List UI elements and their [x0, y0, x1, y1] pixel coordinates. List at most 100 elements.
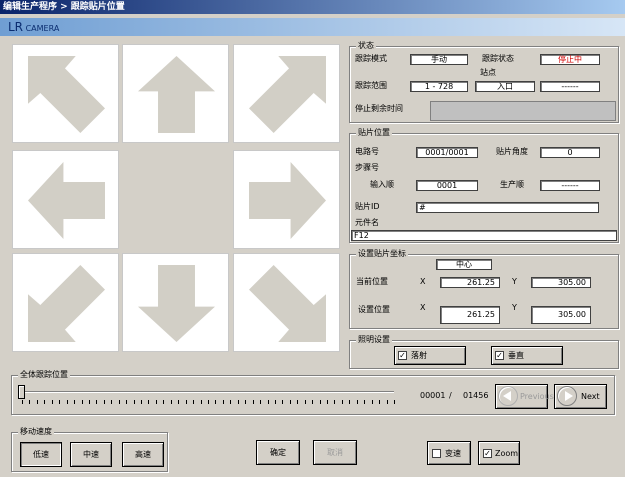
angle-field: 0: [540, 147, 600, 158]
next-button[interactable]: Next: [554, 384, 607, 409]
window: 编辑生产程序 > 跟踪贴片位置 LR CAMERA 状态 跟踪模式 手动 跟踪状…: [0, 0, 625, 477]
center-field: 中心: [436, 259, 492, 270]
track-slider-thumb[interactable]: [18, 385, 25, 399]
track-slider-ticks: [22, 400, 395, 405]
next-button-label: Next: [581, 392, 600, 401]
place-id-field[interactable]: #: [416, 202, 599, 213]
skip-toggle[interactable]: 变速: [427, 441, 471, 465]
title-bar: 编辑生产程序 > 跟踪贴片位置: [0, 0, 625, 14]
status-group-label: 状态: [356, 41, 376, 51]
light-epi-checkbox[interactable]: ✓: [398, 351, 407, 360]
set-y-label: Y: [512, 303, 517, 312]
slider-tick: [260, 400, 262, 404]
arrow-up-left-icon: [28, 56, 105, 133]
input-order-field: 0001: [416, 180, 478, 191]
track-position-group: 全体跟踪位置 00001 / 01456 Previous Next: [11, 370, 615, 415]
slider-tick: [215, 400, 217, 404]
track-position-group-label: 全体跟踪位置: [18, 370, 70, 380]
jog-arrow-grid: [0, 40, 346, 366]
slider-tick: [185, 400, 187, 404]
arrow-right-icon: [249, 162, 326, 239]
slider-tick: [193, 400, 195, 404]
slider-tick: [118, 400, 120, 404]
set-y-input[interactable]: 305.00: [531, 306, 591, 324]
jog-down-left-button[interactable]: [12, 253, 119, 352]
placement-position-group: 贴片位置 电路号 0001/0001 贴片角度 0 步骤号 输入顺 0001 生…: [349, 128, 619, 243]
slider-tick: [51, 400, 53, 404]
light-vertical-toggle[interactable]: ✓ 垂直: [491, 346, 563, 365]
light-epi-toggle[interactable]: ✓ 落射: [394, 346, 466, 365]
slider-tick: [81, 400, 83, 404]
slider-tick: [334, 400, 336, 404]
speed-group-label: 移动速度: [18, 427, 54, 437]
slider-tick: [394, 400, 395, 404]
track-slider[interactable]: [22, 391, 394, 393]
slider-tick: [349, 400, 351, 404]
track-current-value: 00001: [420, 391, 446, 400]
zoom-checkbox[interactable]: ✓: [483, 449, 492, 458]
jog-right-button[interactable]: [233, 150, 340, 249]
part-name-field: F12: [351, 230, 617, 241]
place-id-label: 贴片ID: [355, 202, 380, 211]
jog-left-button[interactable]: [12, 150, 119, 249]
slider-tick: [312, 400, 314, 404]
slider-tick: [282, 400, 284, 404]
status-group: 状态 跟踪模式 手动 跟踪状态 停止中 站点 跟踪范围 1 - 728 入口 -…: [349, 41, 619, 123]
slider-tick: [252, 400, 254, 404]
slider-tick: [304, 400, 306, 404]
slider-tick: [126, 400, 128, 404]
current-x-field: 261.25: [440, 277, 500, 288]
slider-tick: [96, 400, 98, 404]
jog-up-right-button[interactable]: [233, 44, 340, 143]
light-epi-label: 落射: [411, 351, 427, 360]
previous-button[interactable]: Previous: [495, 384, 554, 409]
track-state-field: 停止中: [540, 54, 600, 65]
slider-tick: [208, 400, 209, 404]
skip-checkbox[interactable]: [432, 449, 441, 458]
jog-up-button[interactable]: [122, 44, 229, 143]
prod-order-label: 生产顺: [500, 180, 524, 189]
set-x-input[interactable]: 261.25: [440, 306, 500, 324]
slider-tick: [364, 400, 366, 404]
slider-tick: [29, 400, 31, 404]
part-name-label: 元件名: [355, 218, 379, 227]
slider-tick: [222, 400, 224, 404]
circuit-field: 0001/0001: [416, 147, 478, 158]
slider-tick: [245, 400, 247, 404]
slider-tick: [379, 400, 381, 404]
arrow-down-right-icon: [249, 265, 326, 342]
jog-down-button[interactable]: [122, 253, 229, 352]
slider-tick: [230, 400, 232, 404]
arrow-up-right-icon: [249, 56, 326, 133]
slider-tick: [319, 400, 321, 404]
ok-button[interactable]: 确定: [256, 440, 300, 465]
skip-label: 变速: [445, 449, 461, 458]
slider-tick: [289, 400, 291, 404]
slider-tick: [341, 400, 343, 404]
set-position-label: 设置位置: [358, 305, 390, 314]
speed-group: 移动速度 低速 中速 高速: [11, 427, 168, 472]
slider-tick: [133, 400, 135, 404]
previous-button-label: Previous: [520, 392, 554, 401]
slider-tick: [163, 400, 165, 404]
slider-tick: [74, 400, 76, 404]
track-mode-label: 跟踪模式: [355, 54, 387, 63]
zoom-toggle[interactable]: ✓ Zoom: [478, 441, 520, 465]
remaining-time-label: 停止剩余时间: [355, 104, 403, 113]
jog-down-right-button[interactable]: [233, 253, 340, 352]
speed-mid-button[interactable]: 中速: [70, 442, 112, 467]
track-range-field: 1 - 728: [410, 81, 468, 92]
angle-label: 贴片角度: [496, 147, 528, 156]
slider-tick: [371, 400, 373, 404]
jog-up-left-button[interactable]: [12, 44, 119, 143]
slider-tick: [155, 400, 157, 404]
cancel-button[interactable]: 取消: [313, 440, 357, 465]
camera-sub-label: CAMERA: [25, 24, 60, 33]
current-y-field: 305.00: [531, 277, 591, 288]
light-vertical-label: 垂直: [508, 351, 524, 360]
speed-slow-button[interactable]: 低速: [20, 442, 62, 467]
current-position-label: 当前位置: [356, 277, 388, 286]
speed-fast-button[interactable]: 高速: [122, 442, 164, 467]
arrow-down-icon: [138, 265, 215, 342]
light-vertical-checkbox[interactable]: ✓: [495, 351, 504, 360]
